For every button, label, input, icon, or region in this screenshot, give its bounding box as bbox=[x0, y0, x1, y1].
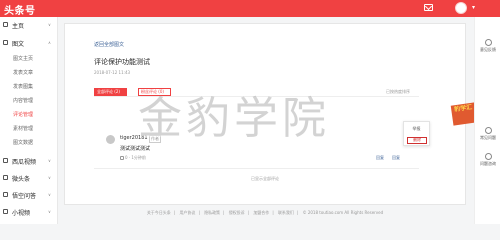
footer-link-infringement[interactable]: 侵权投诉 bbox=[229, 210, 245, 215]
sidebar-item-microtoutiao[interactable]: 微头条 ∨ bbox=[0, 174, 58, 183]
sidebar-subitem-article-home[interactable]: 图文主页 bbox=[13, 55, 33, 62]
reply-button[interactable]: 回复 bbox=[376, 155, 384, 161]
footer-link-cooperation[interactable]: 加盟合作 bbox=[253, 210, 269, 215]
sidebar-subitem-article-data[interactable]: 图文数据 bbox=[13, 139, 33, 146]
avatar[interactable] bbox=[106, 135, 115, 144]
feedback-icon bbox=[484, 39, 492, 46]
top-bar: 头条号 ▾ bbox=[0, 0, 500, 17]
sidebar-item-label: 主页 bbox=[12, 23, 25, 30]
watermark: 金豹学院 bbox=[138, 93, 330, 144]
chevron-down-icon: ∨ bbox=[48, 175, 51, 180]
sidebar-item-home[interactable]: 主页 ∨ bbox=[0, 21, 58, 30]
footer-link-contact[interactable]: 联系我们 bbox=[278, 210, 294, 215]
article-date: 2018-07-12 11:43 bbox=[94, 70, 131, 75]
page-title: 评论保护功能测试 bbox=[94, 58, 150, 66]
like-icon[interactable] bbox=[120, 156, 124, 160]
right-rail: 意见反馈 常见问题 问题咨询 bbox=[474, 17, 500, 224]
sidebar-subitem-material-manage[interactable]: 素材管理 bbox=[13, 125, 33, 132]
sidebar-item-article[interactable]: 图文 ∧ bbox=[0, 39, 58, 48]
sidebar-item-label: 西瓜视频 bbox=[12, 159, 37, 166]
chevron-up-icon: ∧ bbox=[48, 40, 51, 45]
chevron-down-icon: ∨ bbox=[48, 158, 51, 163]
chevron-down-icon[interactable]: ▾ bbox=[472, 4, 475, 11]
sort-label: 已按热度排序 bbox=[386, 89, 410, 94]
home-icon bbox=[3, 22, 8, 27]
article-icon bbox=[3, 40, 8, 45]
sidebar-subitem-publish-gallery[interactable]: 发表图集 bbox=[13, 83, 33, 90]
footer-link-user-agreement[interactable]: 用户协议 bbox=[179, 210, 195, 215]
comment-meta-text: 0 · 1分钟前 bbox=[125, 155, 146, 160]
comment-meta: 0 · 1分钟前 bbox=[120, 155, 146, 161]
comment-text: 测试测试测试 bbox=[120, 146, 151, 152]
comment-actions-menu: 举报 删除 bbox=[403, 121, 430, 146]
question-icon bbox=[484, 127, 492, 134]
qa-icon bbox=[3, 192, 8, 197]
sidebar: 主页 ∨ 图文 ∧ 图文主页 发表文章 发表图集 内容管理 评论管理 素材管理 … bbox=[0, 17, 58, 224]
sidebar-subitem-comment-manage[interactable]: 评论管理 bbox=[13, 111, 33, 118]
sidebar-subitem-content-manage[interactable]: 内容管理 bbox=[13, 97, 33, 104]
sidebar-item-short-video[interactable]: 小视频 ∨ bbox=[0, 208, 58, 217]
avatar[interactable] bbox=[455, 2, 467, 14]
faq-label: 常见问题 bbox=[480, 135, 496, 140]
feedback-label: 意见反馈 bbox=[480, 47, 496, 52]
chevron-down-icon: ∨ bbox=[48, 192, 51, 197]
app-logo[interactable]: 头条号 bbox=[4, 2, 36, 17]
chevron-down-icon: ∨ bbox=[48, 209, 51, 214]
all-comments-shown-label: 已显示全部评论 bbox=[251, 176, 279, 181]
feedback-button[interactable]: 意见反馈 bbox=[475, 39, 500, 52]
chat-icon bbox=[484, 153, 492, 160]
faq-button[interactable]: 常见问题 bbox=[475, 127, 500, 140]
footer-link-privacy[interactable]: 隐私政策 bbox=[204, 210, 220, 215]
back-to-all-articles-link[interactable]: 返回全部图文 bbox=[94, 41, 124, 48]
sidebar-item-label: 图文 bbox=[12, 41, 25, 48]
mail-icon[interactable] bbox=[424, 4, 433, 11]
delete-menu-item[interactable]: 删除 bbox=[407, 137, 427, 144]
footer: 关于今日头条 | 用户协议 | 隐私政策 | 侵权投诉 | 加盟合作 | 联系我们 | © … bbox=[146, 210, 384, 215]
sidebar-item-label: 微头条 bbox=[12, 176, 31, 183]
video-icon bbox=[3, 158, 8, 163]
sidebar-item-label: 悟空问答 bbox=[12, 193, 37, 200]
sidebar-item-wukong-qa[interactable]: 悟空问答 ∨ bbox=[0, 191, 58, 200]
sidebar-subitem-publish-article[interactable]: 发表文章 bbox=[13, 69, 33, 76]
sidebar-item-label: 小视频 bbox=[12, 210, 31, 217]
chevron-down-icon: ∨ bbox=[48, 22, 51, 27]
microtoutiao-icon bbox=[3, 175, 8, 180]
shortvideo-icon bbox=[3, 209, 8, 214]
consult-label: 问题咨询 bbox=[480, 161, 496, 166]
footer-copyright: © 2018 toutiao.com All Rights Reserved bbox=[302, 210, 384, 215]
reply-button-secondary[interactable]: 回复 bbox=[392, 155, 400, 161]
sidebar-item-xigua-video[interactable]: 西瓜视频 ∨ bbox=[0, 157, 58, 166]
consult-button[interactable]: 问题咨询 bbox=[475, 153, 500, 166]
tab-all-comments[interactable]: 全部评论 (2) bbox=[94, 88, 127, 96]
footer-link-about[interactable]: 关于今日头条 bbox=[147, 210, 171, 215]
report-menu-item[interactable]: 举报 bbox=[404, 126, 429, 132]
